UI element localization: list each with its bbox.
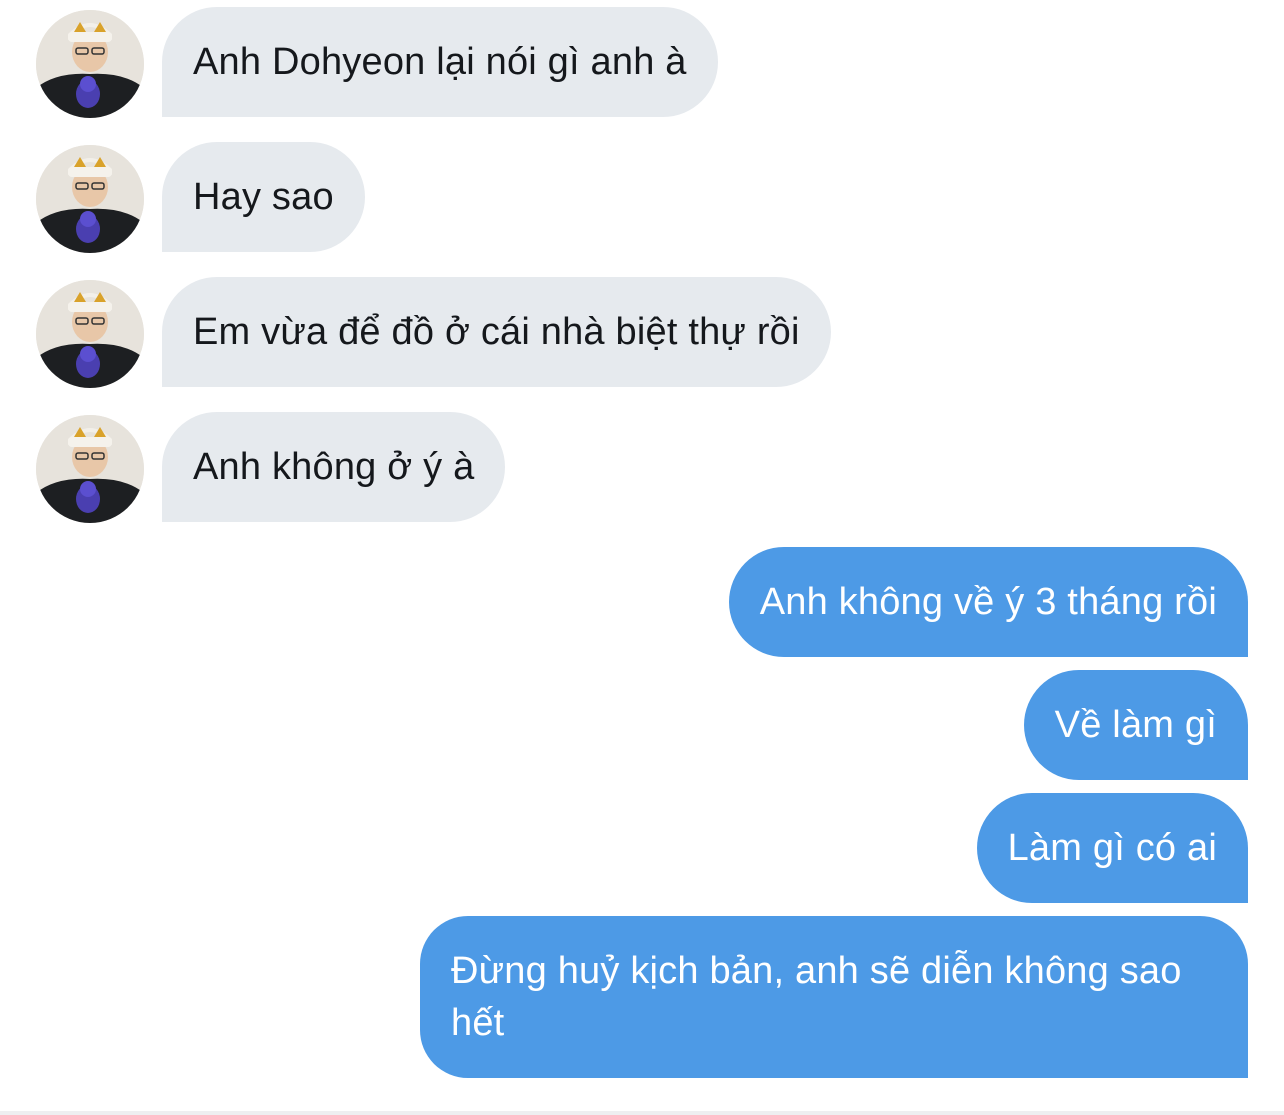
message-text: Em vừa để đồ ở cái nhà biệt thự rồi xyxy=(193,311,800,353)
message-text: Làm gì có ai xyxy=(1007,827,1217,869)
outgoing-message[interactable]: Anh không về ý 3 tháng rồi xyxy=(728,547,1248,657)
avatar-photo-icon xyxy=(36,145,144,253)
message-text: Về làm gì xyxy=(1054,704,1217,746)
chat-thread: Anh Dohyeon lại nói gì anh à Hay sao Em … xyxy=(0,0,1284,1115)
message-text: Hay sao xyxy=(193,176,334,218)
message-text: Anh không về ý 3 tháng rồi xyxy=(759,581,1217,623)
sender-avatar[interactable] xyxy=(36,415,144,523)
sender-avatar[interactable] xyxy=(36,145,144,253)
avatar-photo-icon xyxy=(36,280,144,388)
sender-avatar[interactable] xyxy=(36,10,144,118)
outgoing-message[interactable]: Đừng huỷ kịch bản, anh sẽ diễn không sao… xyxy=(420,916,1248,1078)
outgoing-message[interactable]: Về làm gì xyxy=(1023,670,1248,780)
avatar-photo-icon xyxy=(36,415,144,523)
avatar-photo-icon xyxy=(36,10,144,118)
message-text: Đừng huỷ kịch bản, anh sẽ diễn không sao… xyxy=(451,950,1182,1044)
message-text: Anh Dohyeon lại nói gì anh à xyxy=(193,41,687,83)
incoming-message[interactable]: Hay sao xyxy=(162,142,365,252)
outgoing-message[interactable]: Làm gì có ai xyxy=(976,793,1248,903)
divider xyxy=(0,1111,1284,1115)
incoming-message[interactable]: Anh Dohyeon lại nói gì anh à xyxy=(162,7,718,117)
message-text: Anh không ở ý à xyxy=(193,446,475,488)
sender-avatar[interactable] xyxy=(36,280,144,388)
incoming-message[interactable]: Em vừa để đồ ở cái nhà biệt thự rồi xyxy=(162,277,831,387)
incoming-message[interactable]: Anh không ở ý à xyxy=(162,412,506,522)
